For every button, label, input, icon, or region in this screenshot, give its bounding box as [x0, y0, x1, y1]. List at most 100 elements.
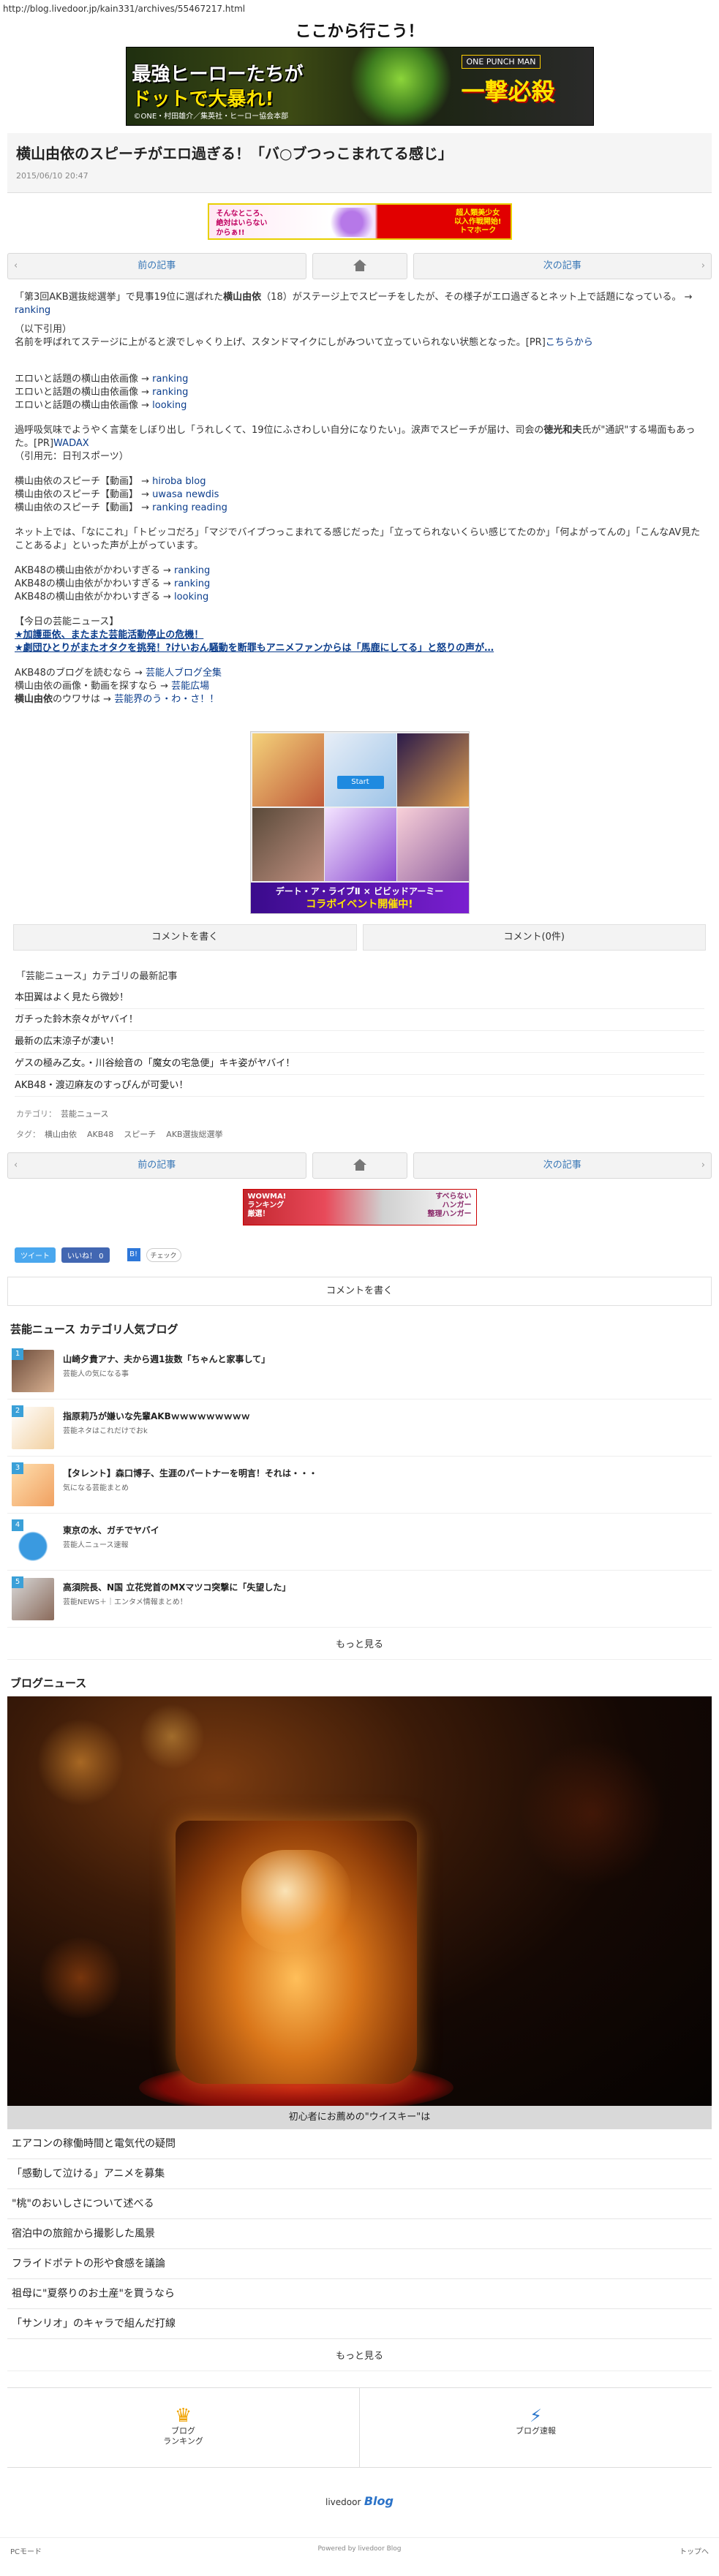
text: エロいと話題の横山由依画像 → — [15, 400, 153, 411]
uwasa-link[interactable]: uwasa — [152, 489, 183, 500]
powered-by: Powered by livedoor Blog — [317, 2545, 402, 2553]
write-comment-bar[interactable]: コメントを書く — [7, 1277, 712, 1306]
list-item[interactable]: エアコンの稼働時間と電気代の疑問 — [7, 2129, 712, 2159]
write-comment-button[interactable]: コメントを書く — [13, 924, 357, 951]
ad-wide-right-text: すべらない ハンガー 整理ハンガー — [427, 1193, 472, 1218]
text: 横山由依のスピーチ【動画】 → — [15, 489, 153, 500]
text: エロいと話題の横山由依画像 → — [15, 387, 153, 398]
top-banner-ad[interactable]: 最強ヒーローたちが ドットで大暴れ! ©ONE・村田雄介／集英社・ヒーロー協会本… — [125, 47, 594, 126]
reading-link[interactable]: reading — [192, 502, 227, 513]
back-to-top-link[interactable]: トップへ — [680, 2545, 709, 2556]
text: AKB48の横山由依がかわいすぎる → — [15, 578, 175, 589]
blog-news-title: ブログニュース — [10, 1677, 87, 1690]
chevron-left-icon: ‹ — [14, 1160, 18, 1171]
ad-grid-strip: デート・ア・ライブⅡ × ビビッドアーミー コラボイベント開催中! — [250, 883, 469, 913]
list-item[interactable]: 「サンリオ」のキャラで組んだ打線 — [7, 2309, 712, 2339]
ranking-item[interactable]: 4 東京の水、ガチでヤバイ 芸能人ニュース速報 — [7, 1514, 712, 1571]
blog-news-flash-tile[interactable]: ⚡ ブログ速報 — [359, 2388, 712, 2467]
rank-badge: 3 — [12, 1462, 23, 1474]
popular-more-button[interactable]: もっと見る — [7, 1631, 712, 1660]
today-news-link-1[interactable]: ★加護亜依、またまた芸能活動停止の危機！ — [15, 630, 203, 641]
geinoujin-blog-link[interactable]: 芸能人ブログ全集 — [146, 668, 222, 679]
wadax-link[interactable]: WADAX — [53, 438, 89, 449]
article-date: 2015/06/10 20:47 — [16, 171, 89, 181]
blog-news-more-button[interactable]: もっと見る — [7, 2342, 712, 2371]
list-item[interactable]: ゲスの極み乙女。・川谷絵音の「魔女の宅急便」キキ姿がヤバイ！ — [15, 1053, 704, 1075]
list-item[interactable]: "桃"のおいしさについて述べる — [7, 2189, 712, 2219]
today-news-link-2[interactable]: ★劇団ひとりがまたオタクを挑発！?けいおん騒動を断罪もアニメファンからは「馬鹿に… — [15, 643, 494, 654]
list-item[interactable]: 祖母に"夏祭りのお土産"を買うなら — [7, 2279, 712, 2309]
blog-news-caption[interactable]: 初心者にお薦めの"ウイスキー"は — [7, 2106, 712, 2129]
tweet-button[interactable]: ツイート — [15, 1247, 56, 1263]
list-item[interactable]: 本田翼はよく見たら微妙！ — [15, 987, 704, 1009]
article-pager-top: ‹ 前の記事 次の記事 › — [7, 253, 712, 279]
mixi-check-button[interactable]: チェック — [146, 1247, 181, 1262]
banner-character-image — [345, 48, 456, 125]
next-article-button[interactable]: 次の記事 › — [413, 1152, 712, 1179]
text: のウワサは → — [53, 694, 115, 705]
home-icon — [353, 260, 366, 271]
ranking-link[interactable]: ranking — [15, 305, 50, 316]
livedoor-blog-logo[interactable]: livedoor Blog — [0, 2487, 719, 2516]
pr-link[interactable]: こちらから — [546, 337, 593, 348]
ranking-link[interactable]: ranking — [174, 565, 210, 576]
looking-link[interactable]: looking — [174, 592, 208, 603]
whisky-photo[interactable] — [7, 1696, 712, 2106]
tag-link[interactable]: AKB48 — [87, 1130, 113, 1139]
wide-banner-ad[interactable]: WOWMA! ランキング 厳選！ すべらない ハンガー 整理ハンガー — [242, 1189, 477, 1225]
home-button[interactable] — [312, 253, 407, 279]
hiroba-link[interactable]: hiroba — [152, 476, 182, 487]
next-article-button[interactable]: 次の記事 › — [413, 253, 712, 279]
ranking-item-blog: 気になる芸能まとめ — [63, 1484, 129, 1492]
ad-wide-left-text: WOWMA! ランキング 厳選！ — [247, 1193, 287, 1218]
list-item[interactable]: フライドポテトの形や食感を議論 — [7, 2249, 712, 2279]
list-item[interactable]: 最新の広末涼子が凄い！ — [15, 1031, 704, 1053]
blog-link[interactable]: blog — [185, 476, 206, 487]
chevron-right-icon: › — [701, 1160, 705, 1171]
comment-count-button[interactable]: コメント(0件) — [362, 924, 706, 951]
newdis-link[interactable]: newdis — [186, 489, 219, 500]
facebook-like-button[interactable]: いいね！ 0 — [61, 1247, 110, 1263]
ranking-item[interactable]: 2 指原莉乃が嫌いな先輩AKBｗｗｗｗｗｗｗｗｗ 芸能ネタはこれだけでおk — [7, 1400, 712, 1457]
source-citation: （引用元：日刊スポーツ） — [15, 451, 129, 462]
blog-ranking-tile[interactable]: ♛ ブログ ランキング — [7, 2388, 359, 2467]
category-link[interactable]: 芸能ニュース — [61, 1109, 108, 1119]
banner-line-2: ドットで大暴れ! — [132, 88, 274, 110]
home-button[interactable] — [312, 1152, 407, 1179]
prev-article-button[interactable]: ‹ 前の記事 — [7, 253, 306, 279]
site-title[interactable]: ここから行こう！ — [0, 18, 719, 47]
akb-link-row: AKB48の横山由依がかわいすぎる → looking — [15, 591, 704, 604]
image-link-row: エロいと話題の横山由依画像 → looking — [15, 399, 704, 412]
looking-link[interactable]: looking — [152, 400, 187, 411]
ranking-link[interactable]: ranking — [174, 578, 210, 589]
ranking-item[interactable]: 3 【タレント】森口博子、生涯のパートナーを明言！それは・・・ 気になる芸能まと… — [7, 1457, 712, 1514]
ranking-item[interactable]: 1 山崎夕貴アナ、夫から週1抜数「ちゃんと家事して」 芸能人の気になる事 — [7, 1342, 712, 1400]
prev-article-label: 前の記事 — [138, 260, 176, 271]
akb-link-row: AKB48の横山由依がかわいすぎる → ranking — [15, 578, 704, 591]
list-item[interactable]: AKB48・渡辺麻友のすっぴんが可愛い！ — [15, 1075, 704, 1097]
ad-image — [252, 808, 324, 881]
home-icon — [353, 1159, 366, 1171]
list-item[interactable]: ガチった鈴木奈々がヤバイ！ — [15, 1009, 704, 1031]
tag-link[interactable]: AKB選抜総選挙 — [166, 1130, 222, 1139]
list-item[interactable]: 「感動して泣ける」アニメを募集 — [7, 2159, 712, 2189]
uwasa-link[interactable]: 芸能界のう・わ・さ！！ — [114, 694, 219, 705]
tag-link[interactable]: 横山由依 — [45, 1130, 77, 1139]
text: AKB48の横山由依がかわいすぎる → — [15, 592, 175, 603]
banner-brand: ONE PUNCH MAN — [461, 55, 541, 69]
text: 横山由依のスピーチ【動画】 → — [15, 502, 153, 513]
ad-start-button[interactable]: Start — [336, 776, 384, 789]
list-item[interactable]: 宿泊中の旅館から撮影した風景 — [7, 2219, 712, 2249]
tag-link[interactable]: スピーチ — [124, 1130, 156, 1139]
ranking-link[interactable]: ranking — [152, 502, 188, 513]
prev-article-button[interactable]: ‹ 前の記事 — [7, 1152, 306, 1179]
hatena-bookmark-icon[interactable]: B! — [127, 1248, 140, 1261]
ranking-link[interactable]: ranking — [152, 374, 188, 385]
grid-ad[interactable]: Start デート・ア・ライブⅡ × ビビッドアーミー コラボイベント開催中! — [249, 731, 470, 914]
geinou-hiroba-link[interactable]: 芸能広場 — [171, 681, 209, 692]
banner-line-1: 最強ヒーローたちが — [132, 64, 304, 86]
ranking-link[interactable]: ranking — [152, 387, 188, 398]
ranking-item[interactable]: 5 高須院長、N国 立花党首のMXマツコ突撃に「失望した」 芸能NEWS＋｜エン… — [7, 1571, 712, 1628]
url-bar[interactable]: http://blog.livedoor.jp/kain331/archives… — [0, 0, 719, 18]
small-banner-ad[interactable]: そんなところ、 絶対はいらない からぁ!! 超人類美少女 以入作戦開始! トマホ… — [207, 203, 512, 240]
